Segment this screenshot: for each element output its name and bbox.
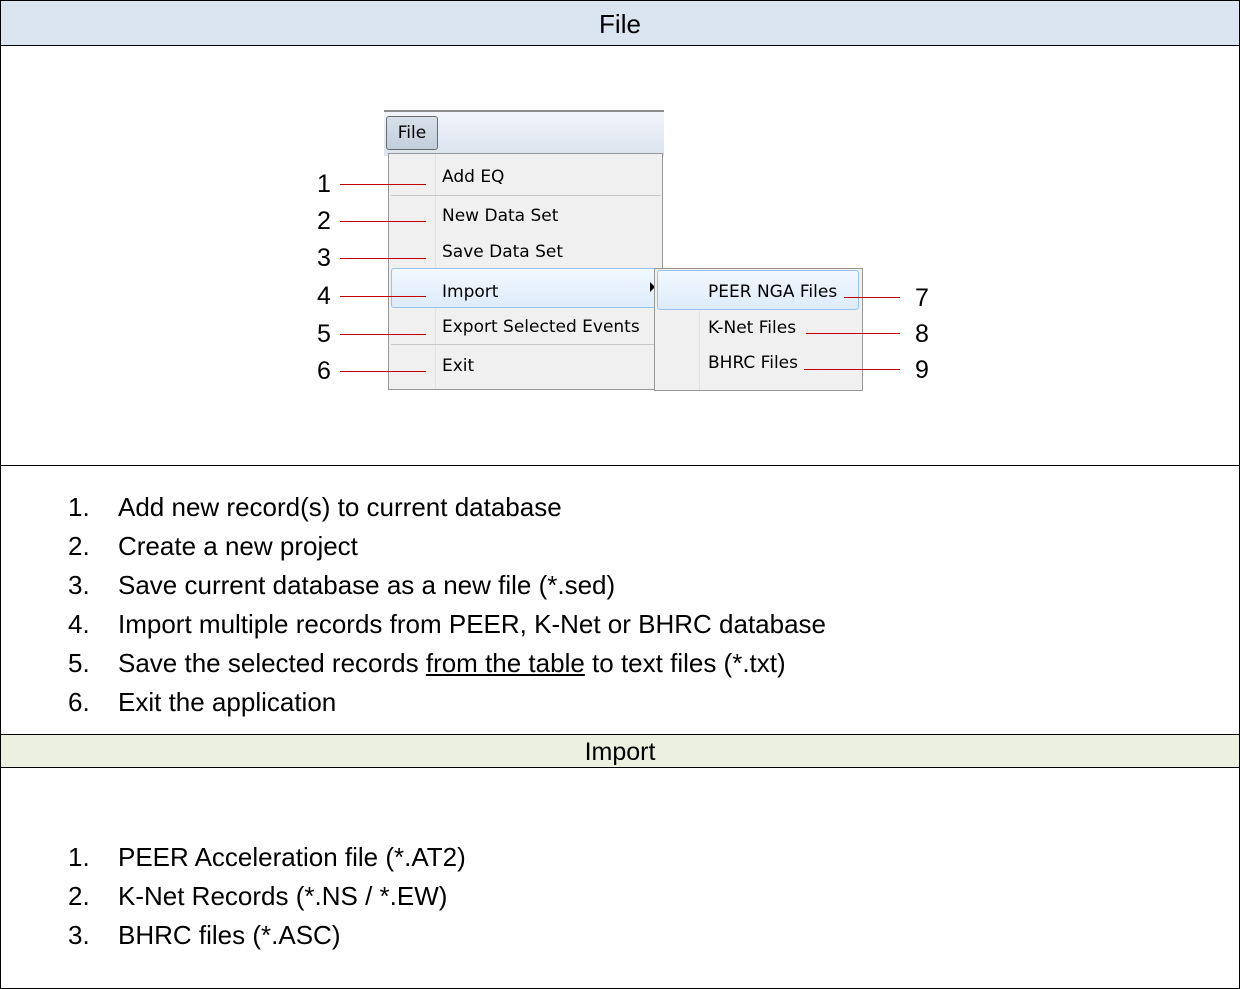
menu-figure-cell: File Add EQ New Data Set Save Data Set I…	[0, 45, 1240, 465]
menu-figure: File Add EQ New Data Set Save Data Set I…	[1, 46, 1239, 465]
menu-item-import[interactable]: Import	[442, 282, 498, 302]
file-section-header: File	[0, 0, 1240, 45]
callout-line-3	[340, 258, 426, 259]
import-section-header: Import	[0, 734, 1240, 767]
callout-line-8	[806, 333, 900, 334]
underlined-text: from the table	[425, 648, 585, 678]
menu-item-exit[interactable]: Exit	[442, 356, 474, 376]
callout-line-6	[340, 371, 426, 372]
callout-line-2	[340, 221, 426, 222]
import-section-title: Import	[584, 738, 656, 766]
submenu-item-k-net-files[interactable]: K-Net Files	[708, 318, 796, 338]
file-descriptions-cell: 1. Add new record(s) to current database …	[0, 465, 1240, 734]
callout-number-4: 4	[317, 282, 331, 310]
callout-number-7: 7	[915, 284, 929, 312]
callout-line-4	[340, 296, 426, 297]
callout-number-9: 9	[915, 356, 929, 384]
submenu-item-peer-nga-files[interactable]: PEER NGA Files	[708, 282, 837, 302]
item-text: Save the selected records	[118, 648, 426, 678]
import-descriptions-cell: 1. PEER Acceleration file (*.AT2) 2. K-Net…	[0, 767, 1240, 989]
menu-item-add-eq[interactable]: Add EQ	[442, 167, 504, 187]
callout-number-3: 3	[317, 244, 331, 272]
menu-item-save-data-set[interactable]: Save Data Set	[442, 242, 563, 262]
item-text: to text files (*.txt)	[584, 648, 786, 678]
callout-number-8: 8	[915, 320, 929, 348]
menu-item-export-selected-events[interactable]: Export Selected Events	[442, 317, 640, 337]
menu-separator	[391, 344, 661, 345]
callout-line-1	[340, 184, 426, 185]
callout-number-2: 2	[317, 207, 331, 235]
menu-separator	[391, 195, 661, 196]
callout-number-6: 6	[317, 357, 331, 385]
callout-line-9	[804, 369, 900, 370]
submenu-item-bhrc-files[interactable]: BHRC Files	[708, 353, 798, 373]
file-section-title: File	[599, 9, 641, 39]
callout-line-7	[844, 297, 900, 298]
callout-number-5: 5	[317, 320, 331, 348]
callout-number-1: 1	[317, 170, 331, 198]
callout-line-5	[340, 334, 426, 335]
file-menu-button[interactable]: File	[386, 116, 438, 150]
import-item-highlight	[391, 268, 657, 308]
menu-item-new-data-set[interactable]: New Data Set	[442, 206, 558, 226]
